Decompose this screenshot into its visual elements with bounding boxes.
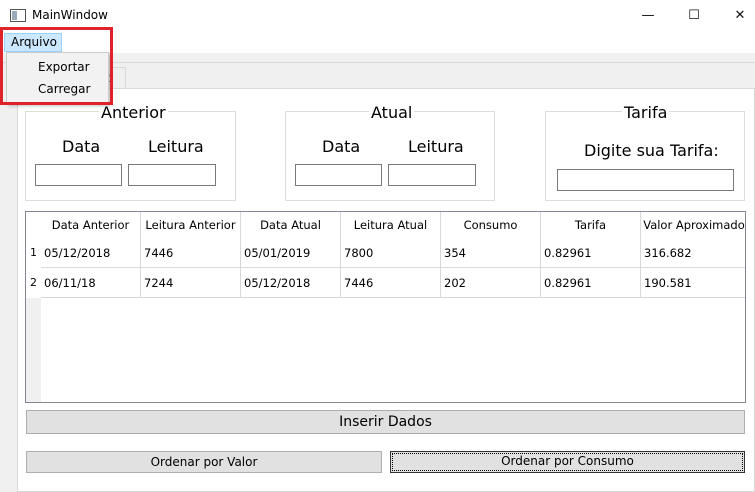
anterior-data-label: Data	[62, 137, 101, 156]
table-cell[interactable]: 202	[441, 268, 541, 298]
table-cell[interactable]: 05/12/2018	[41, 238, 141, 268]
row-header[interactable]: 2	[26, 268, 41, 298]
atual-data-input[interactable]	[295, 164, 382, 186]
group-anterior-title: Anterior	[99, 103, 168, 122]
table-cell[interactable]: 354	[441, 238, 541, 268]
table-cell[interactable]: 0.82961	[541, 238, 641, 268]
atual-data-label: Data	[322, 137, 361, 156]
ordenar-por-valor-button[interactable]: Ordenar por Valor	[26, 451, 382, 473]
minimize-button[interactable]: —	[625, 0, 671, 31]
anterior-leitura-input[interactable]	[128, 164, 216, 186]
col-header-data-atual[interactable]: Data Atual	[241, 212, 341, 238]
atual-leitura-label: Leitura	[408, 137, 464, 156]
data-table[interactable]: Data Anterior Leitura Anterior Data Atua…	[25, 211, 746, 403]
table-cell[interactable]: 0.82961	[541, 268, 641, 298]
col-header-tarifa[interactable]: Tarifa	[541, 212, 641, 238]
menu-bar	[0, 31, 755, 53]
col-header-valor-aproximado[interactable]: Valor Aproximado	[641, 212, 745, 238]
tab-strip	[0, 62, 755, 63]
focus-rect	[392, 453, 743, 471]
table-cell[interactable]: 316.682	[641, 238, 745, 268]
table-cell[interactable]: 190.581	[641, 268, 745, 298]
group-atual	[285, 111, 495, 201]
maximize-button[interactable]: ☐	[671, 0, 717, 31]
table-cell[interactable]: 7446	[141, 238, 241, 268]
col-header-leitura-anterior[interactable]: Leitura Anterior	[141, 212, 241, 238]
inserir-dados-button[interactable]: Inserir Dados	[26, 410, 745, 434]
col-header-leitura-atual[interactable]: Leitura Atual	[341, 212, 441, 238]
anterior-leitura-label: Leitura	[148, 137, 204, 156]
group-anterior	[25, 111, 236, 201]
table-cell[interactable]: 7446	[341, 268, 441, 298]
group-atual-title: Atual	[369, 103, 415, 122]
table-cell[interactable]: 06/11/18	[41, 268, 141, 298]
table-cell[interactable]: 05/12/2018	[241, 268, 341, 298]
table-corner	[26, 212, 41, 238]
row-header[interactable]: 1	[26, 238, 41, 268]
tarifa-input[interactable]	[557, 169, 734, 191]
table-cell[interactable]: 7800	[341, 238, 441, 268]
ordenar-por-consumo-button[interactable]: Ordenar por Consumo	[390, 451, 745, 473]
group-tarifa-title: Tarifa	[622, 103, 670, 122]
atual-leitura-input[interactable]	[388, 164, 476, 186]
annotation-highlight-box	[0, 27, 113, 105]
table-cell[interactable]: 05/01/2019	[241, 238, 341, 268]
table-cell[interactable]: 7244	[141, 268, 241, 298]
tarifa-prompt: Digite sua Tarifa:	[584, 141, 719, 160]
col-header-consumo[interactable]: Consumo	[441, 212, 541, 238]
app-window-icon	[10, 9, 26, 22]
close-button[interactable]: ✕	[717, 0, 755, 31]
anterior-data-input[interactable]	[35, 164, 122, 186]
window-title: MainWindow	[32, 8, 108, 22]
col-header-data-anterior[interactable]: Data Anterior	[41, 212, 141, 238]
